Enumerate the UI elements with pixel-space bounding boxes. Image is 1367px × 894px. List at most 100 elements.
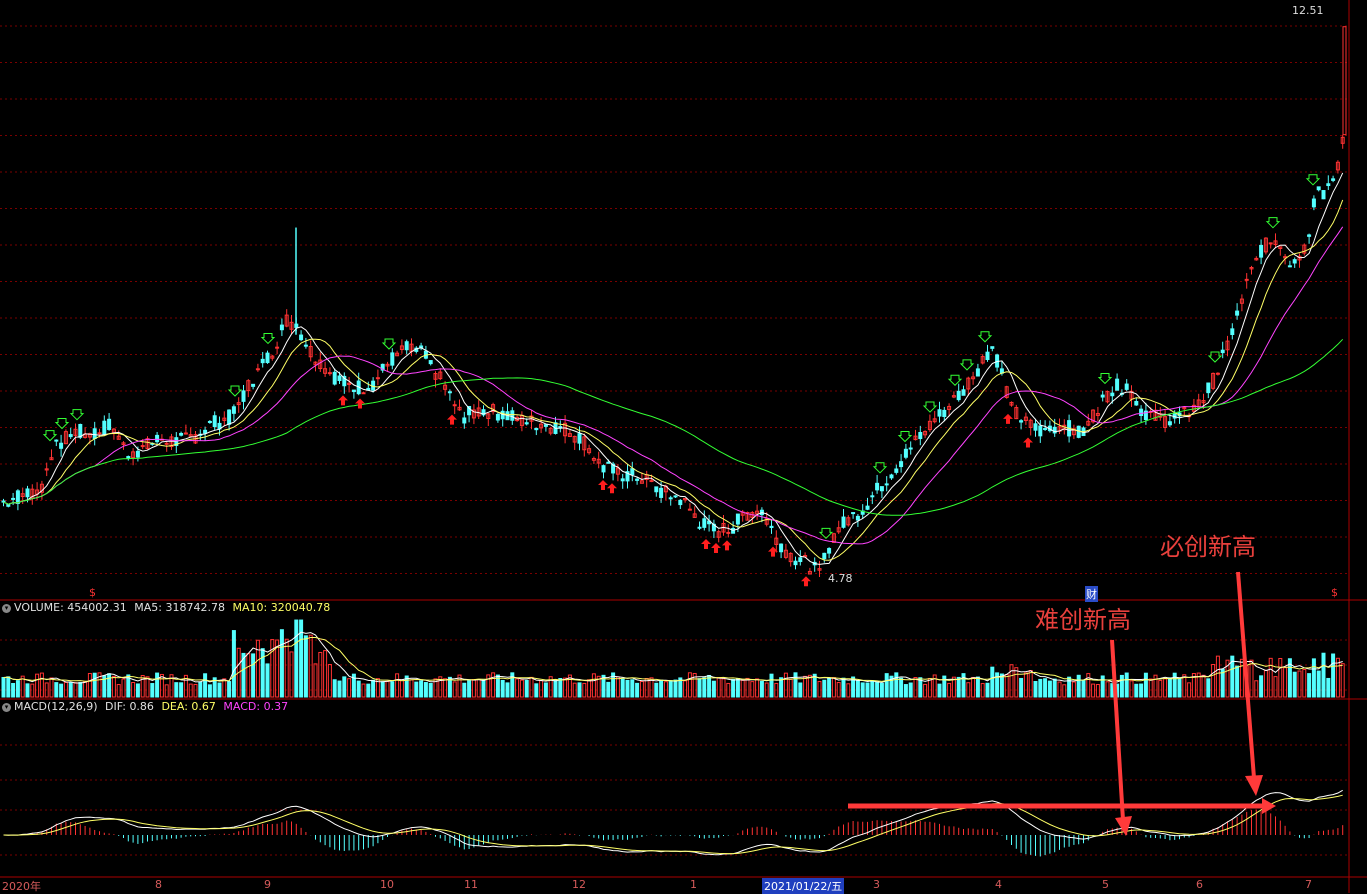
volume-bar [1187,682,1192,698]
sell-signal-arrow [355,398,365,409]
annotation-hard-new-high: 难创新高 [1035,606,1131,634]
candle-body [937,409,942,417]
volume-bar [116,684,121,698]
candle-body [855,515,860,521]
candles [1,134,1345,578]
candle-body [918,432,923,440]
volume-bar [716,677,721,698]
volume-bar [1095,683,1100,698]
candle-body [231,406,236,414]
candle-body [495,413,500,421]
dollar-marker[interactable]: $ [89,586,96,599]
volume-bar [1004,674,1009,698]
volume-bar [927,677,932,698]
dollar-marker[interactable]: $ [1331,586,1338,599]
volume-bar [265,663,270,698]
volume-bar [702,677,707,698]
candle-body [351,389,356,393]
candle-body [543,424,548,427]
volume-bar [390,681,395,698]
candle-body [908,447,913,450]
ma5-line [3,172,1344,565]
volume-bar [923,683,928,698]
candle-body [1,500,6,503]
volume-bar [284,638,289,698]
macd-header: ▾ MACD(12,26,9) DIF: 0.86 DEA: 0.67 MACD:… [0,700,288,714]
volume-bar [505,682,510,698]
panel-toggle-icon[interactable]: ▾ [2,702,11,712]
candle-body [606,461,611,464]
buy-signal-arrow [1265,217,1281,229]
candle-body [1311,198,1316,208]
volume-bar [83,680,88,698]
volume-bar [227,681,232,698]
volume-bar [467,680,472,698]
ma5-label: MA5 [134,601,159,614]
candle-body [207,420,212,423]
volume-bar [625,679,630,698]
volume-bar [342,676,347,698]
volume-bar [1268,657,1273,698]
volume-bar [1124,672,1129,698]
x-tick: 4 [995,878,1002,891]
volume-bar [1086,673,1091,698]
volume-bar [529,676,534,698]
volume-bar [711,680,716,698]
volume-bar [836,682,841,698]
volume-bar [54,682,59,698]
candle-body [903,448,908,458]
volume-bar [1254,680,1259,698]
volume-bar [1211,663,1216,698]
candle-body [179,432,184,436]
volume-bar [1177,678,1182,698]
x-tick: 10 [380,878,394,891]
volume-bar [419,680,424,698]
volume-bar [294,619,299,698]
candle-body [735,513,740,525]
candle-body [1235,310,1240,316]
candle-body [524,422,529,425]
candle-body [11,497,16,500]
candle-body [793,560,798,566]
volume-bar [59,683,64,698]
volume-bar [606,681,611,698]
volume-bar [683,680,688,698]
volume-bar [500,679,505,698]
volume-bar [92,672,97,698]
volume-bar [313,663,318,698]
candle-body [654,486,659,493]
panel-toggle-icon[interactable]: ▾ [2,603,11,613]
volume-bar [563,677,568,698]
volume-bar [539,680,544,698]
volume-bar [428,682,433,698]
buy-signal-arrow [42,430,58,442]
volume-bar [1028,669,1033,698]
volume-bar [1331,653,1336,698]
x-tick: 11 [464,878,478,891]
volume-bar [1129,680,1134,698]
candle-body [78,423,83,438]
candle-body [865,505,870,510]
dea-value: 0.67 [191,700,216,713]
volume-bar [1091,683,1096,698]
volume-bar [1038,678,1043,698]
volume-bar [87,672,92,698]
sell-signal-arrow [447,414,457,425]
volume-bar [620,678,625,698]
volume-bar [798,682,803,698]
candle-body [673,495,678,498]
candle-body [1292,259,1297,264]
x-tick: 6 [1196,878,1203,891]
x-tick: 9 [264,878,271,891]
volume-bar [1071,681,1076,698]
candle-body [990,346,995,349]
volume-bar [1297,670,1302,698]
candle-body [1110,392,1115,397]
volume-bar [145,676,150,698]
buy-signal-arrow [977,331,993,343]
volume-bar [409,679,414,698]
volume-bar [260,648,265,698]
candle-body [135,450,140,458]
candle-body [985,351,990,361]
volume-bar [639,680,644,698]
